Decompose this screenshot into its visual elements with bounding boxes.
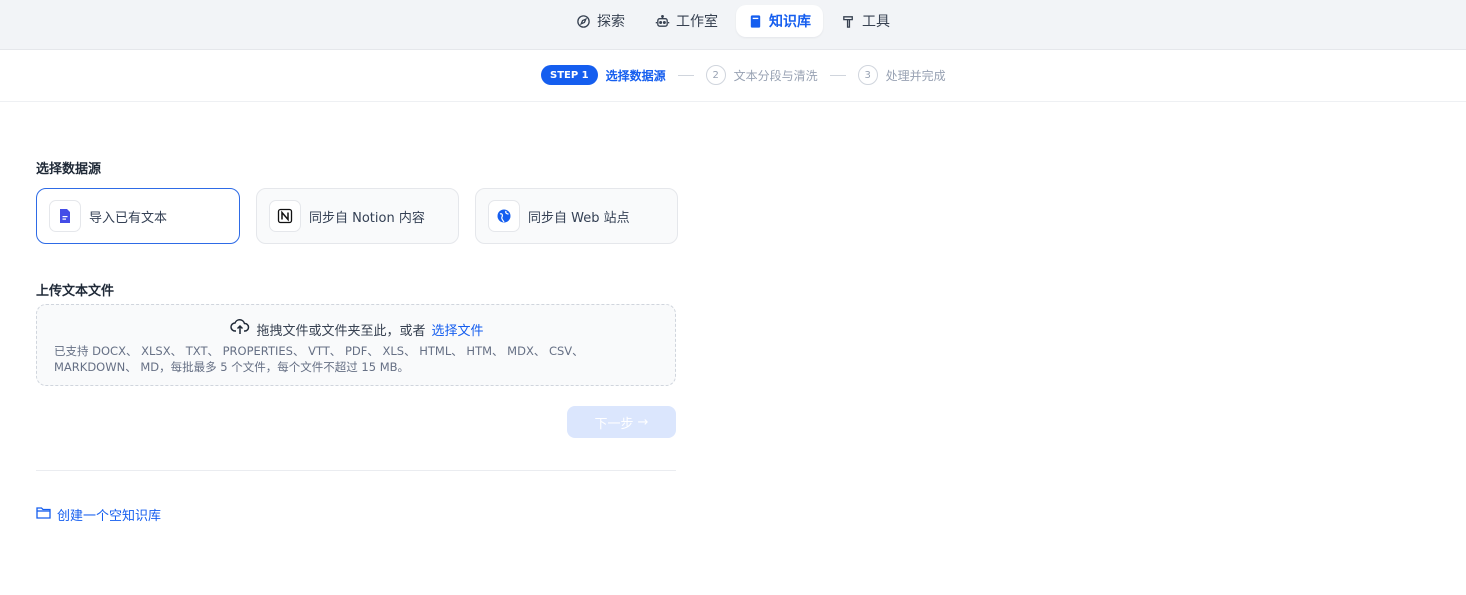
upload-title: 上传文本文件 bbox=[36, 284, 115, 299]
source-option-label: 同步自 Notion 内容 bbox=[309, 210, 425, 226]
document-icon bbox=[49, 200, 81, 232]
next-step-button[interactable]: 下一步 → bbox=[567, 406, 676, 438]
dropzone-text: 拖拽文件或文件夹至此，或者 bbox=[256, 323, 426, 339]
robot-icon bbox=[655, 14, 670, 29]
select-file-link[interactable]: 选择文件 bbox=[432, 320, 484, 339]
arrow-right-icon: → bbox=[637, 414, 649, 430]
nav-item-knowledge[interactable]: 知识库 bbox=[736, 5, 823, 37]
step-separator bbox=[677, 74, 694, 76]
dropzone-prompt: 拖拽文件或文件夹至此，或者 选择文件 bbox=[37, 319, 677, 339]
source-option-web[interactable]: 同步自 Web 站点 bbox=[475, 188, 678, 244]
create-empty-label: 创建一个空知识库 bbox=[57, 509, 162, 524]
book-icon bbox=[748, 14, 763, 29]
source-option-label: 导入已有文本 bbox=[89, 210, 168, 226]
datasource-options: 导入已有文本 同步自 Notion 内容 同步自 Web 站点 bbox=[36, 188, 678, 244]
nav-item-label: 工具 bbox=[862, 14, 890, 30]
section-divider bbox=[36, 470, 676, 471]
create-empty-knowledge-link[interactable]: 创建一个空知识库 bbox=[36, 505, 161, 524]
notion-icon bbox=[269, 200, 301, 232]
source-option-notion[interactable]: 同步自 Notion 内容 bbox=[256, 188, 459, 244]
top-navigation-bar: 探索 工作室 知识库 工具 bbox=[0, 0, 1466, 50]
step-1-label: 选择数据源 bbox=[605, 68, 666, 83]
nav-item-label: 探索 bbox=[597, 14, 625, 30]
supported-formats-tip: 已支持 DOCX、 XLSX、 TXT、 PROPERTIES、 VTT、 PD… bbox=[54, 344, 584, 374]
compass-icon bbox=[576, 14, 591, 29]
nav-item-tools[interactable]: 工具 bbox=[829, 5, 902, 37]
step-2-number: 2 bbox=[705, 65, 726, 85]
source-option-label: 同步自 Web 站点 bbox=[528, 210, 630, 226]
next-step-label: 下一步 bbox=[594, 416, 634, 432]
step-3-number: 3 bbox=[857, 65, 878, 85]
step-separator bbox=[829, 74, 846, 76]
hammer-icon bbox=[841, 14, 856, 29]
main-nav: 探索 工作室 知识库 工具 bbox=[564, 5, 902, 37]
source-option-import-text[interactable]: 导入已有文本 bbox=[36, 188, 240, 244]
folder-icon bbox=[36, 506, 51, 523]
stepper-bar: STEP 1 选择数据源 2 文本分段与清洗 3 处理并完成 bbox=[0, 50, 1466, 102]
step-3-label: 处理并完成 bbox=[885, 68, 946, 83]
globe-icon bbox=[488, 200, 520, 232]
step-1-badge: STEP 1 bbox=[541, 65, 598, 85]
stepper: STEP 1 选择数据源 2 文本分段与清洗 3 处理并完成 bbox=[541, 65, 946, 85]
datasource-title: 选择数据源 bbox=[36, 162, 102, 177]
nav-item-label: 工作室 bbox=[676, 14, 718, 30]
file-dropzone[interactable]: 拖拽文件或文件夹至此，或者 选择文件 已支持 DOCX、 XLSX、 TXT、 … bbox=[36, 304, 676, 386]
cloud-upload-icon bbox=[230, 319, 250, 339]
nav-item-studio[interactable]: 工作室 bbox=[643, 5, 730, 37]
step-2-label: 文本分段与清洗 bbox=[733, 68, 818, 83]
nav-item-label: 知识库 bbox=[769, 14, 811, 30]
nav-item-explore[interactable]: 探索 bbox=[564, 5, 637, 37]
